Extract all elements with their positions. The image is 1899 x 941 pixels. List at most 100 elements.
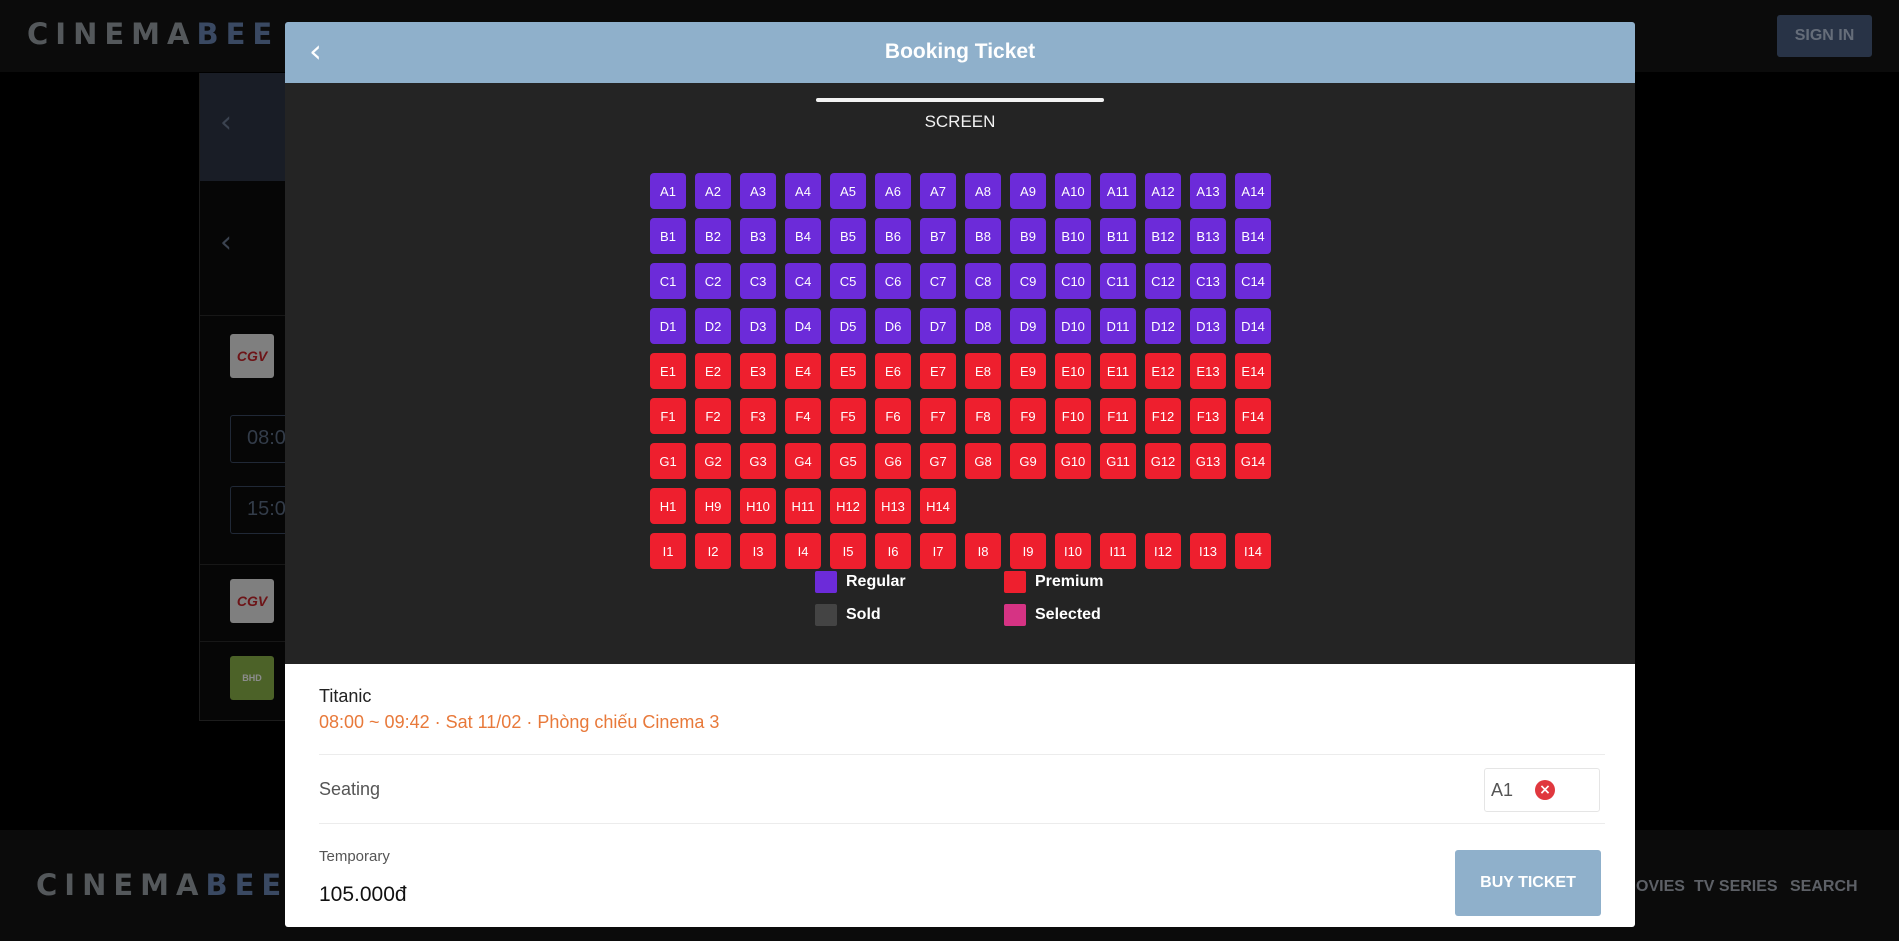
seat-e12[interactable]: E12 (1145, 353, 1181, 389)
seat-g9[interactable]: G9 (1010, 443, 1046, 479)
seat-b3[interactable]: B3 (740, 218, 776, 254)
seat-i8[interactable]: I8 (965, 533, 1001, 569)
seat-a2[interactable]: A2 (695, 173, 731, 209)
seat-b8[interactable]: B8 (965, 218, 1001, 254)
seat-f4[interactable]: F4 (785, 398, 821, 434)
seat-h1[interactable]: H1 (650, 488, 686, 524)
seat-d13[interactable]: D13 (1190, 308, 1226, 344)
seat-d12[interactable]: D12 (1145, 308, 1181, 344)
seat-g1[interactable]: G1 (650, 443, 686, 479)
seat-i6[interactable]: I6 (875, 533, 911, 569)
seat-a1[interactable]: A1 (650, 173, 686, 209)
seat-c3[interactable]: C3 (740, 263, 776, 299)
seat-a4[interactable]: A4 (785, 173, 821, 209)
seat-g5[interactable]: G5 (830, 443, 866, 479)
seat-g6[interactable]: G6 (875, 443, 911, 479)
seat-g3[interactable]: G3 (740, 443, 776, 479)
seat-g12[interactable]: G12 (1145, 443, 1181, 479)
seat-d5[interactable]: D5 (830, 308, 866, 344)
seat-d1[interactable]: D1 (650, 308, 686, 344)
seat-b4[interactable]: B4 (785, 218, 821, 254)
remove-seat-icon[interactable]: × (1535, 780, 1556, 800)
seat-h13[interactable]: H13 (875, 488, 911, 524)
seat-f3[interactable]: F3 (740, 398, 776, 434)
seat-c8[interactable]: C8 (965, 263, 1001, 299)
seat-i5[interactable]: I5 (830, 533, 866, 569)
seat-f10[interactable]: F10 (1055, 398, 1091, 434)
seat-c7[interactable]: C7 (920, 263, 956, 299)
seat-d10[interactable]: D10 (1055, 308, 1091, 344)
seat-g11[interactable]: G11 (1100, 443, 1136, 479)
seat-e7[interactable]: E7 (920, 353, 956, 389)
seat-b13[interactable]: B13 (1190, 218, 1226, 254)
seat-d7[interactable]: D7 (920, 308, 956, 344)
seat-i14[interactable]: I14 (1235, 533, 1271, 569)
seat-b10[interactable]: B10 (1055, 218, 1091, 254)
seat-d9[interactable]: D9 (1010, 308, 1046, 344)
seat-i10[interactable]: I10 (1055, 533, 1091, 569)
seat-f2[interactable]: F2 (695, 398, 731, 434)
seat-d11[interactable]: D11 (1100, 308, 1136, 344)
seat-f6[interactable]: F6 (875, 398, 911, 434)
seat-d8[interactable]: D8 (965, 308, 1001, 344)
seat-i3[interactable]: I3 (740, 533, 776, 569)
seat-e3[interactable]: E3 (740, 353, 776, 389)
seat-h11[interactable]: H11 (785, 488, 821, 524)
seat-g14[interactable]: G14 (1235, 443, 1271, 479)
seat-b14[interactable]: B14 (1235, 218, 1271, 254)
seat-a7[interactable]: A7 (920, 173, 956, 209)
seat-c12[interactable]: C12 (1145, 263, 1181, 299)
seat-c14[interactable]: C14 (1235, 263, 1271, 299)
seat-a11[interactable]: A11 (1100, 173, 1136, 209)
seat-c10[interactable]: C10 (1055, 263, 1091, 299)
seat-f1[interactable]: F1 (650, 398, 686, 434)
seat-e2[interactable]: E2 (695, 353, 731, 389)
seat-e4[interactable]: E4 (785, 353, 821, 389)
seat-c1[interactable]: C1 (650, 263, 686, 299)
seat-b9[interactable]: B9 (1010, 218, 1046, 254)
seat-c2[interactable]: C2 (695, 263, 731, 299)
seat-g10[interactable]: G10 (1055, 443, 1091, 479)
seat-h14[interactable]: H14 (920, 488, 956, 524)
seat-d3[interactable]: D3 (740, 308, 776, 344)
seat-c4[interactable]: C4 (785, 263, 821, 299)
seat-c11[interactable]: C11 (1100, 263, 1136, 299)
seat-f5[interactable]: F5 (830, 398, 866, 434)
seat-a9[interactable]: A9 (1010, 173, 1046, 209)
seat-i13[interactable]: I13 (1190, 533, 1226, 569)
seat-b7[interactable]: B7 (920, 218, 956, 254)
seat-c13[interactable]: C13 (1190, 263, 1226, 299)
seat-f14[interactable]: F14 (1235, 398, 1271, 434)
seat-e11[interactable]: E11 (1100, 353, 1136, 389)
seat-i7[interactable]: I7 (920, 533, 956, 569)
seat-a5[interactable]: A5 (830, 173, 866, 209)
seat-a3[interactable]: A3 (740, 173, 776, 209)
seat-f8[interactable]: F8 (965, 398, 1001, 434)
seat-b2[interactable]: B2 (695, 218, 731, 254)
seat-c5[interactable]: C5 (830, 263, 866, 299)
seat-d4[interactable]: D4 (785, 308, 821, 344)
seat-a12[interactable]: A12 (1145, 173, 1181, 209)
seat-g7[interactable]: G7 (920, 443, 956, 479)
seat-c9[interactable]: C9 (1010, 263, 1046, 299)
seat-e6[interactable]: E6 (875, 353, 911, 389)
seat-e9[interactable]: E9 (1010, 353, 1046, 389)
seat-f11[interactable]: F11 (1100, 398, 1136, 434)
seat-e13[interactable]: E13 (1190, 353, 1226, 389)
seat-d14[interactable]: D14 (1235, 308, 1271, 344)
seat-i2[interactable]: I2 (695, 533, 731, 569)
seat-g8[interactable]: G8 (965, 443, 1001, 479)
seat-b1[interactable]: B1 (650, 218, 686, 254)
seat-d6[interactable]: D6 (875, 308, 911, 344)
seat-e1[interactable]: E1 (650, 353, 686, 389)
seat-b6[interactable]: B6 (875, 218, 911, 254)
seat-a10[interactable]: A10 (1055, 173, 1091, 209)
seat-h12[interactable]: H12 (830, 488, 866, 524)
seat-h9[interactable]: H9 (695, 488, 731, 524)
seat-b11[interactable]: B11 (1100, 218, 1136, 254)
seat-c6[interactable]: C6 (875, 263, 911, 299)
buy-ticket-button[interactable]: BUY TICKET (1455, 850, 1601, 916)
seat-i4[interactable]: I4 (785, 533, 821, 569)
seat-i9[interactable]: I9 (1010, 533, 1046, 569)
seat-b5[interactable]: B5 (830, 218, 866, 254)
